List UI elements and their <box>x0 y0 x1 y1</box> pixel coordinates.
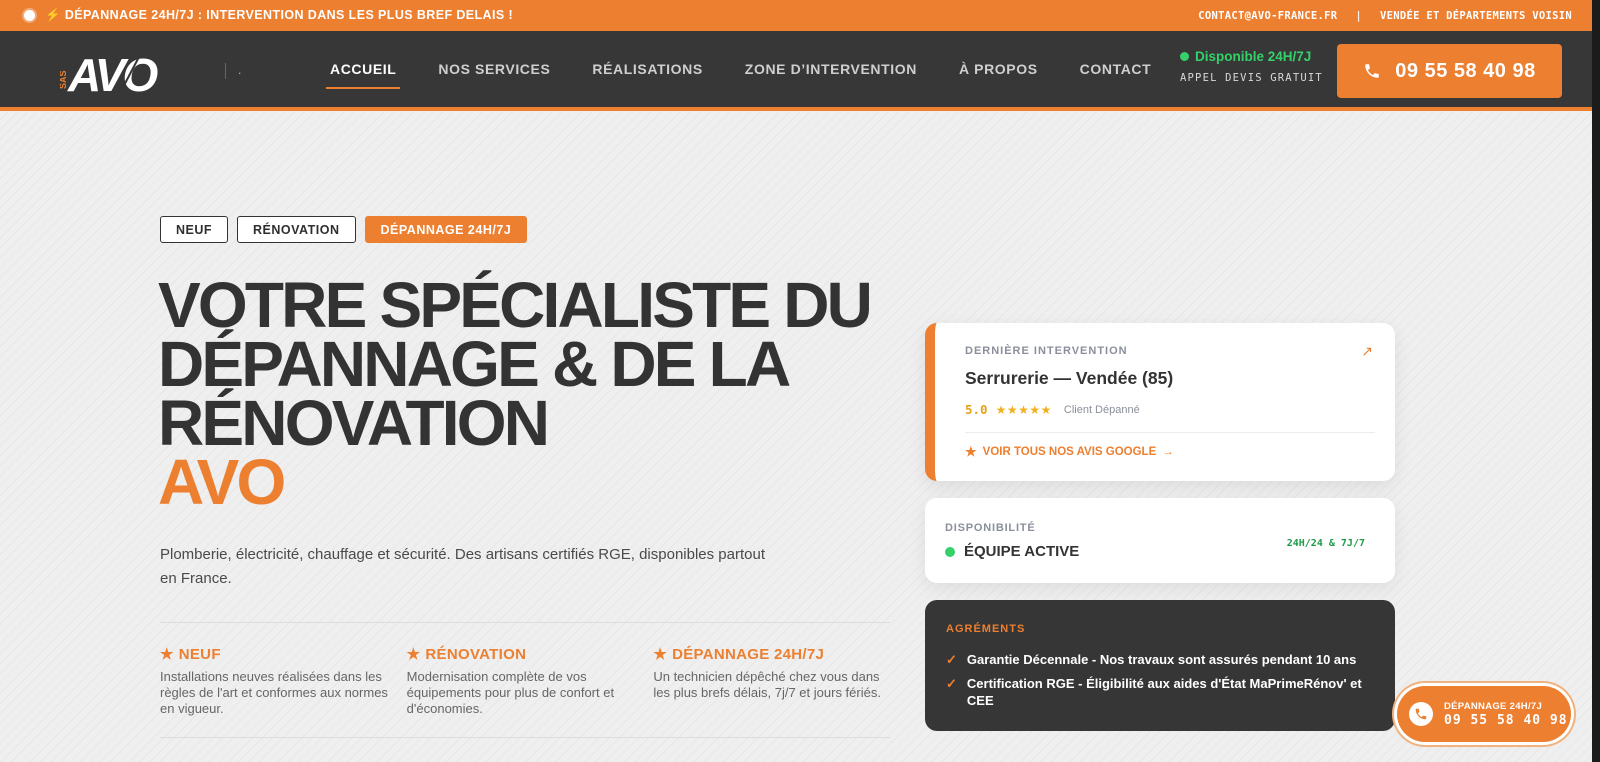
announcement-bar: ⚡ DÉPANNAGE 24H/7J : INTERVENTION DANS L… <box>0 0 1600 31</box>
feature-title-text: RÉNOVATION <box>425 645 527 663</box>
accreditation-item: ✓ Certification RGE - Éligibilité aux ai… <box>946 675 1366 709</box>
phone-icon <box>1365 64 1380 78</box>
service-zone: VENDÉE ET DÉPARTEMENTS VOISIN <box>1379 9 1572 22</box>
feature-text: Un technicien dépêché chez vous dans les… <box>653 669 881 700</box>
rating: 5.0 ★★★★★ Client Dépanné <box>965 402 1140 417</box>
feature-title: ★ NEUF <box>160 645 391 664</box>
rating-score: 5.0 <box>965 402 988 417</box>
logo-prefix: SAS <box>60 70 68 89</box>
feature-title: ★ RÉNOVATION <box>406 645 638 664</box>
rating-stars-icon: ★★★★★ <box>995 402 1052 417</box>
floating-call-text: DÉPANNAGE 24H/7J 09 55 58 40 98 <box>1444 701 1568 728</box>
status-dot-icon <box>1180 52 1189 61</box>
feature-title: ★ DÉPANNAGE 24H/7J <box>653 645 884 664</box>
announcement-text: ⚡ DÉPANNAGE 24H/7J : INTERVENTION DANS L… <box>45 8 514 22</box>
call-button-number: 09 55 58 40 98 <box>1395 59 1536 82</box>
topbar-contact: CONTACT@AVO-FRANCE.FR | VENDÉE ET DÉPART… <box>1198 10 1572 22</box>
feature-title-text: NEUF <box>178 645 221 663</box>
feature-renovation: ★ RÉNOVATION Modernisation complète de v… <box>407 645 654 717</box>
google-reviews-link[interactable]: ★ VOIR TOUS NOS AVIS GOOGLE → <box>965 444 1174 460</box>
status-dot-icon <box>945 546 955 557</box>
logo-divider <box>225 63 226 79</box>
avo-logo[interactable]: SAS AVO <box>58 49 185 101</box>
availability-hours: 24H/24 & 7J/7 <box>1286 538 1365 549</box>
hero-title-line-2: DÉPANNAGE & DE LA <box>158 328 791 400</box>
team-status: ÉQUIPE ACTIVE <box>945 543 1079 560</box>
star-icon: ★ <box>160 646 174 663</box>
intervention-title: Serrurerie — Vendée (85) <box>965 368 1174 388</box>
arrow-right-icon: → <box>1162 446 1174 458</box>
scrollbar[interactable] <box>1592 0 1600 762</box>
google-reviews-label: VOIR TOUS NOS AVIS GOOGLE <box>982 446 1157 458</box>
nav-nos-services[interactable]: NOS SERVICES <box>434 53 554 85</box>
divider <box>965 432 1375 433</box>
hero-title-line-1: VOTRE SPÉCIALISTE DU <box>158 269 873 341</box>
nav-realisations[interactable]: RÉALISATIONS <box>588 53 706 85</box>
star-icon: ★ <box>653 646 668 663</box>
card-label: AGRÉMENTS <box>946 623 1026 635</box>
check-icon: ✓ <box>946 676 957 691</box>
call-button[interactable]: 09 55 58 40 98 <box>1337 44 1562 98</box>
service-tags: NEUF RÉNOVATION DÉPANNAGE 24H/7J <box>160 216 528 243</box>
feature-neuf: ★ NEUF Installations neuves réalisées da… <box>160 645 407 717</box>
feature-text: Installations neuves réalisées dans les … <box>160 669 388 716</box>
hero-title-accent: AVO <box>158 446 286 518</box>
nav-contact[interactable]: CONTACT <box>1076 53 1156 85</box>
tag-renovation[interactable]: RÉNOVATION <box>237 216 356 243</box>
features-list: ★ NEUF Installations neuves réalisées da… <box>160 645 900 717</box>
availability-info: Disponible 24H/7J APPEL DEVIS GRATUIT <box>1180 49 1323 84</box>
availability-card: DISPONIBILITÉ ÉQUIPE ACTIVE 24H/24 & 7J/… <box>925 498 1395 583</box>
announcement: ⚡ DÉPANNAGE 24H/7J : INTERVENTION DANS L… <box>24 8 513 23</box>
divider <box>160 622 890 623</box>
rating-client: Client Dépanné <box>1063 403 1140 416</box>
accreditation-text: Certification RGE - Éligibilité aux aide… <box>966 676 1362 708</box>
tag-depannage[interactable]: DÉPANNAGE 24H/7J <box>364 216 528 243</box>
nav-a-propos[interactable]: À PROPOS <box>955 53 1042 85</box>
live-dot-icon <box>24 10 35 21</box>
star-icon: ★ <box>406 646 421 663</box>
availability-text: Disponible 24H/7J <box>1195 49 1312 64</box>
star-icon: ★ <box>965 444 977 459</box>
feature-text: Modernisation complète de vos équipement… <box>406 669 615 716</box>
floating-call-button[interactable]: DÉPANNAGE 24H/7J 09 55 58 40 98 <box>1397 686 1571 742</box>
divider <box>160 737 890 738</box>
logo-suffix: . <box>238 63 242 77</box>
card-label: DERNIÈRE INTERVENTION <box>965 345 1128 357</box>
availability-status: Disponible 24H/7J <box>1180 49 1323 64</box>
topbar-separator: | <box>1355 9 1362 22</box>
logo-text: AVO <box>67 49 158 97</box>
tag-neuf[interactable]: NEUF <box>160 216 229 243</box>
phone-icon <box>1409 702 1433 726</box>
nav-zone-intervention[interactable]: ZONE D’INTERVENTION <box>741 53 921 85</box>
hero-title: VOTRE SPÉCIALISTE DU DÉPANNAGE & DE LA R… <box>158 269 878 518</box>
avo-logo-graphic: SAS AVO <box>58 49 169 101</box>
floating-call-number: 09 55 58 40 98 <box>1444 712 1568 728</box>
nav-accueil[interactable]: ACCUEIL <box>326 53 401 89</box>
hero-title-line-3: RÉNOVATION <box>158 387 550 459</box>
hero-description: Plomberie, électricité, chauffage et séc… <box>160 546 766 587</box>
card-label: DISPONIBILITÉ <box>945 522 1036 534</box>
team-status-text: ÉQUIPE ACTIVE <box>964 543 1080 560</box>
accreditation-item: ✓ Garantie Décennale - Nos travaux sont … <box>946 651 1366 668</box>
feature-depannage: ★ DÉPANNAGE 24H/7J Un technicien dépêché… <box>653 645 900 717</box>
accreditation-text: Garantie Décennale - Nos travaux sont as… <box>966 652 1357 667</box>
feature-title-text: DÉPANNAGE 24H/7J <box>672 645 825 663</box>
external-link-icon[interactable]: ↗ <box>1361 343 1373 360</box>
email-link[interactable]: CONTACT@AVO-FRANCE.FR <box>1198 10 1337 22</box>
free-quote-text: APPEL DEVIS GRATUIT <box>1180 72 1323 84</box>
floating-call-label: DÉPANNAGE 24H/7J <box>1444 700 1543 712</box>
accreditations-card: AGRÉMENTS ✓ Garantie Décennale - Nos tra… <box>925 600 1395 731</box>
last-intervention-card[interactable]: DERNIÈRE INTERVENTION ↗ Serrurerie — Ven… <box>925 323 1395 481</box>
site-header: SAS AVO . ACCUEIL NOS SERVICES RÉALISATI… <box>0 31 1600 111</box>
main-nav: ACCUEIL NOS SERVICES RÉALISATIONS ZONE D… <box>326 31 1155 107</box>
check-icon: ✓ <box>946 652 957 667</box>
